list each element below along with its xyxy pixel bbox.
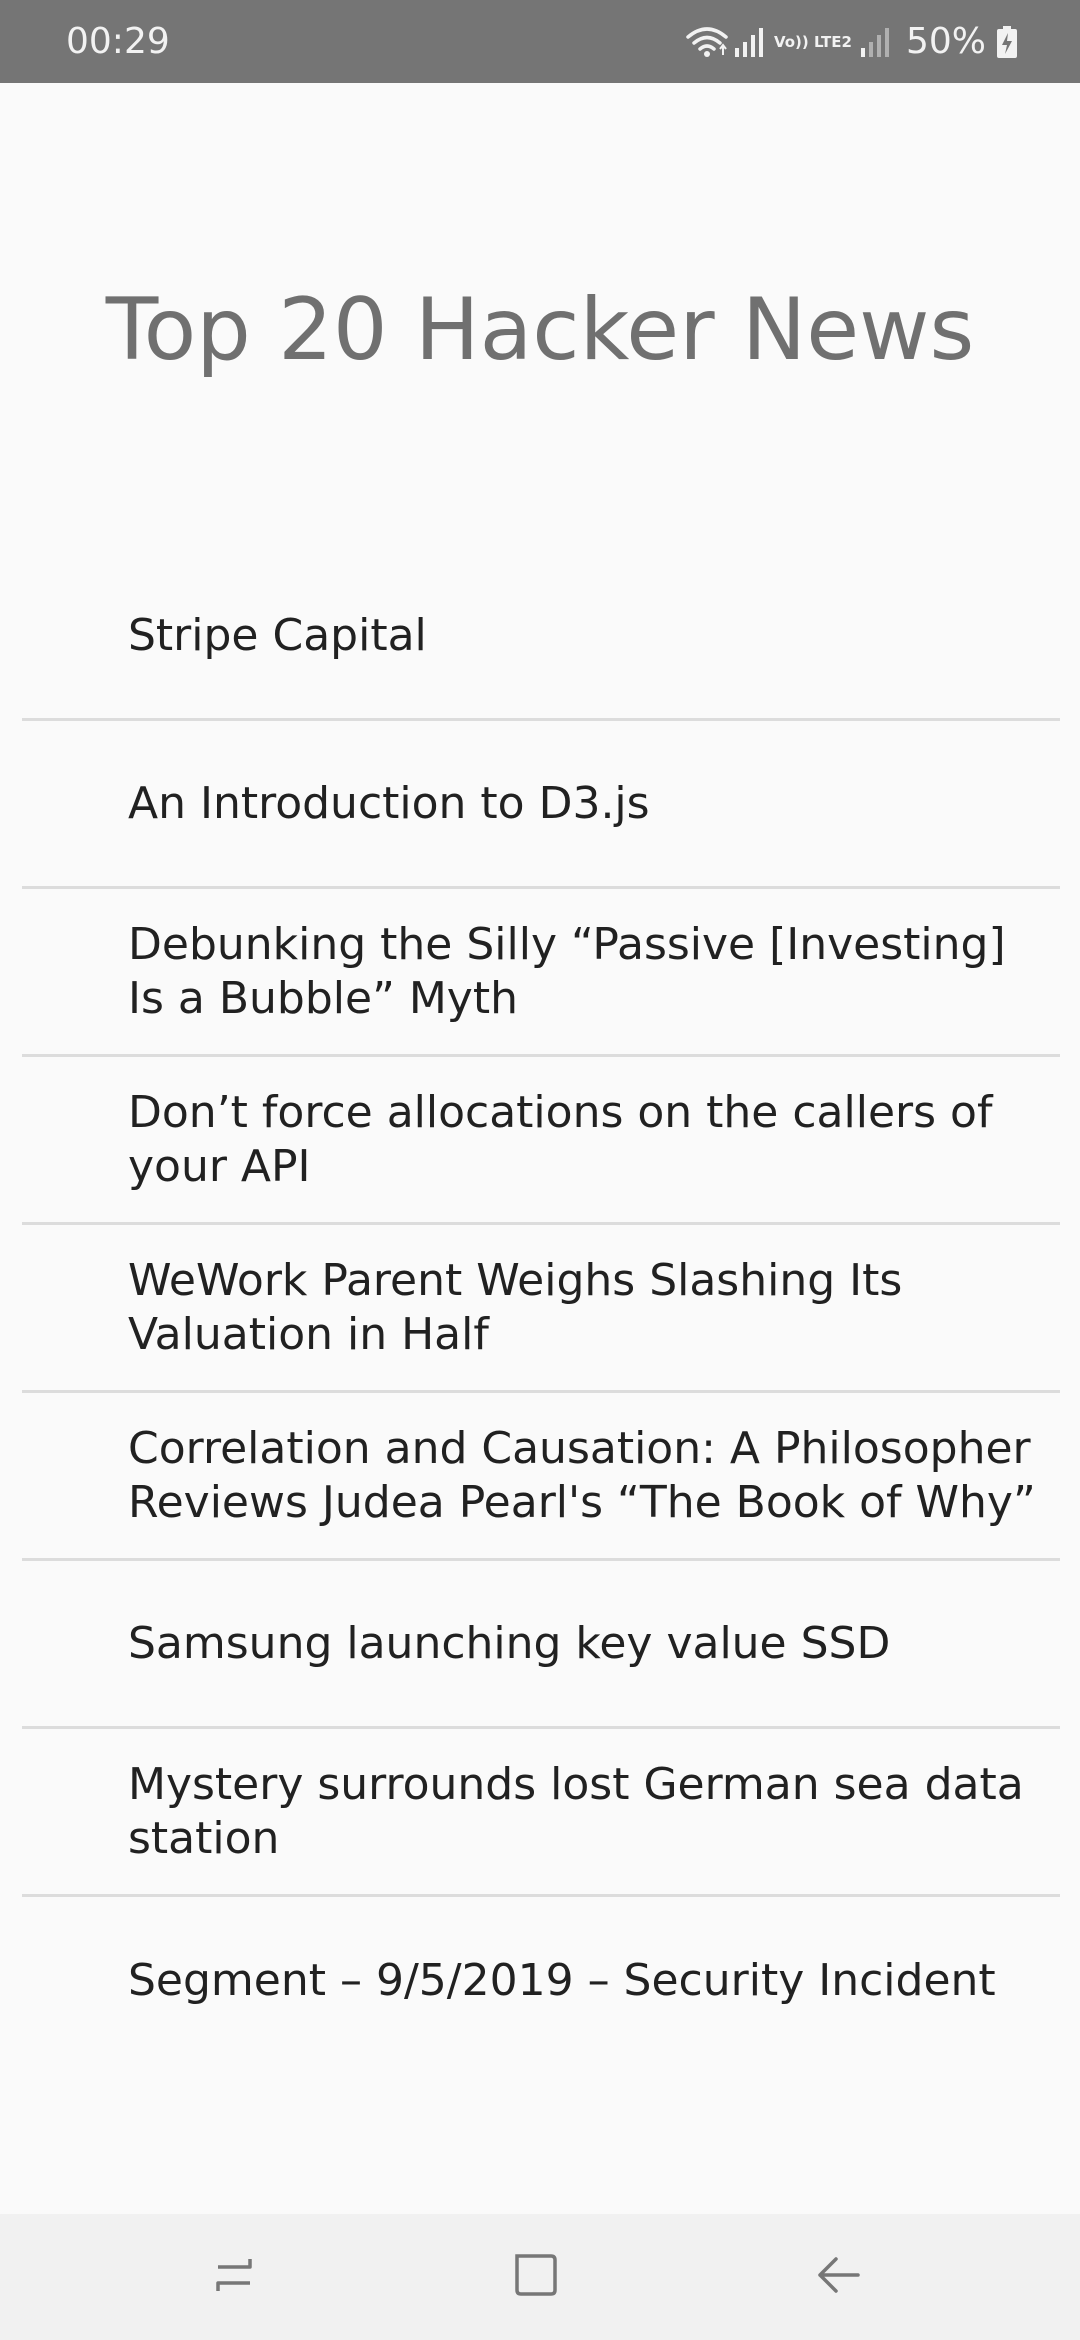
back-button[interactable] (798, 2237, 878, 2317)
news-title: An Introduction to D3.js (128, 777, 650, 829)
news-title: Stripe Capital (128, 609, 427, 661)
news-list: Stripe Capital An Introduction to D3.js … (22, 553, 1060, 2065)
news-title: Debunking the Silly “Passive [Investing]… (128, 918, 1006, 1024)
battery-percentage: 50% (905, 21, 986, 62)
list-item[interactable]: WeWork Parent Weighs Slashing Its Valuat… (22, 1225, 1060, 1393)
status-icons: Vo)) LTE2 50% (686, 22, 1018, 62)
list-item[interactable]: Segment – 9/5/2019 – Security Incident (22, 1897, 1060, 2065)
news-title: Samsung launching key value SSD (128, 1617, 891, 1669)
list-item[interactable]: Don’t force allocations on the callers o… (22, 1057, 1060, 1225)
list-item[interactable]: Mystery surrounds lost German sea data s… (22, 1729, 1060, 1897)
news-title: WeWork Parent Weighs Slashing Its Valuat… (128, 1254, 903, 1360)
recent-apps-button[interactable] (194, 2237, 274, 2317)
news-title: Correlation and Causation: A Philosopher… (128, 1422, 1036, 1528)
navigation-bar (0, 2214, 1080, 2340)
list-item[interactable]: An Introduction to D3.js (22, 721, 1060, 889)
back-icon (814, 2251, 862, 2303)
news-title: Don’t force allocations on the callers o… (128, 1086, 993, 1192)
home-button[interactable] (496, 2237, 576, 2317)
home-icon (511, 2250, 561, 2304)
recent-apps-icon (210, 2251, 258, 2303)
list-item[interactable]: Correlation and Causation: A Philosopher… (22, 1393, 1060, 1561)
news-title: Segment – 9/5/2019 – Security Incident (128, 1955, 996, 2006)
signal-icon (734, 26, 764, 58)
wifi-icon (686, 25, 728, 59)
list-item[interactable]: Debunking the Silly “Passive [Investing]… (22, 889, 1060, 1057)
list-item[interactable]: Stripe Capital (22, 553, 1060, 721)
status-bar: 00:29 Vo)) LTE2 50% (0, 0, 1080, 83)
network-type-label: Vo)) LTE2 (773, 32, 852, 51)
list-item[interactable]: Samsung launching key value SSD (22, 1561, 1060, 1729)
page-title: Top 20 Hacker News (105, 280, 975, 380)
signal-icon (860, 26, 890, 58)
battery-charging-icon (996, 25, 1018, 59)
news-title: Mystery surrounds lost German sea data s… (128, 1758, 1024, 1864)
status-time: 00:29 (66, 21, 170, 62)
